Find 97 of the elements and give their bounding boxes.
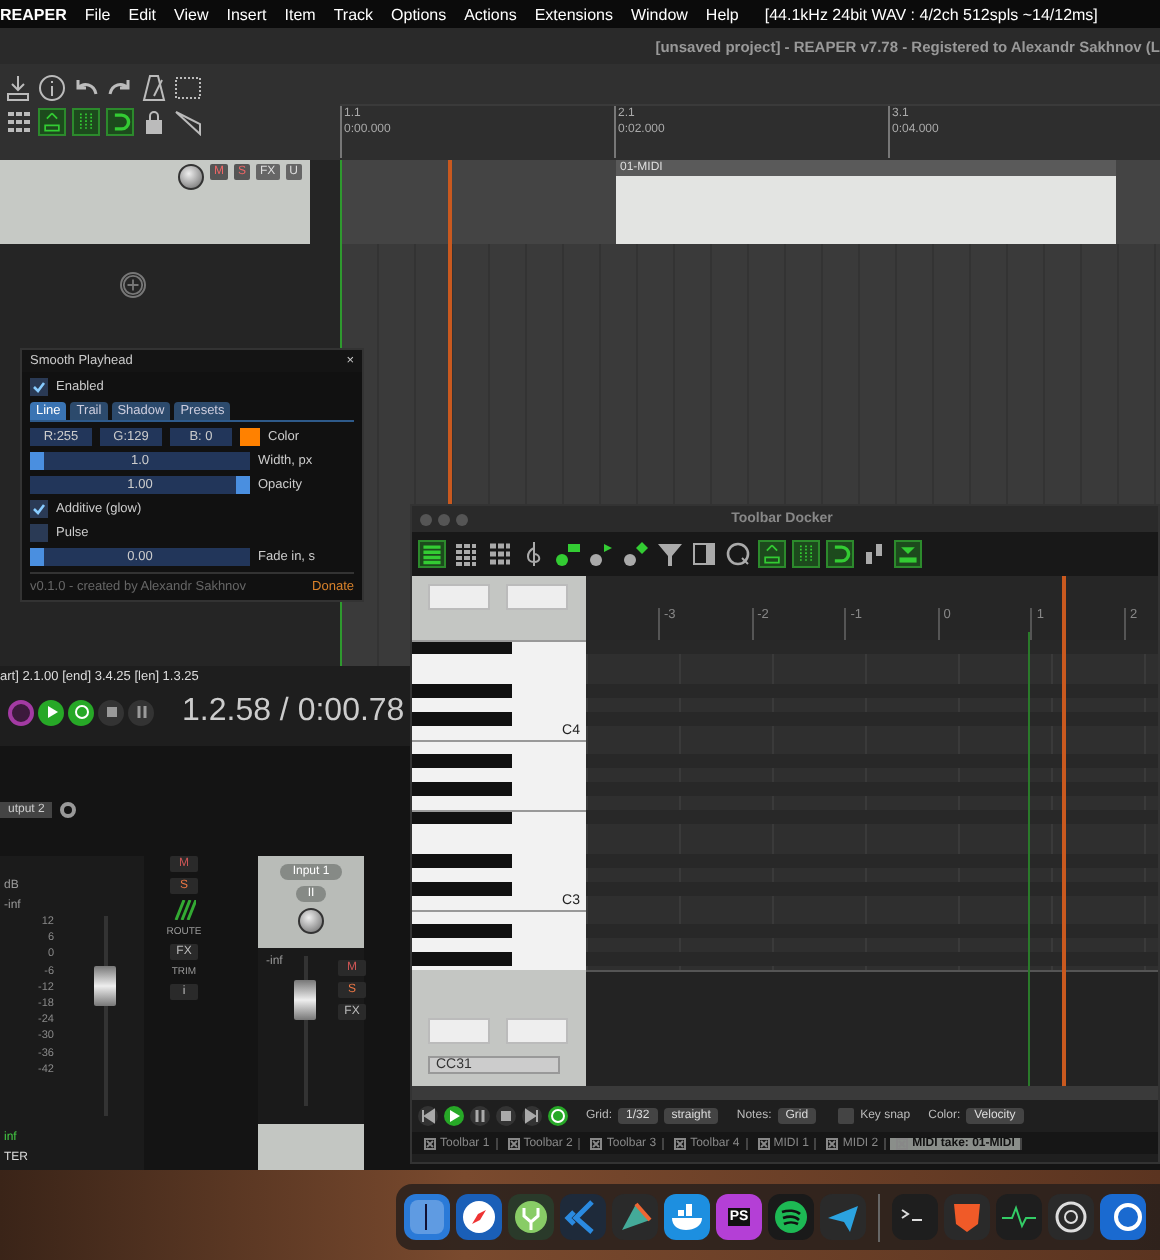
- dotted-grid-icon[interactable]: [792, 540, 820, 568]
- magnet-icon[interactable]: [106, 108, 134, 136]
- volume-knob[interactable]: [177, 164, 204, 190]
- app-icon[interactable]: [996, 1194, 1042, 1240]
- metronome-icon[interactable]: [140, 74, 168, 102]
- sharp-key[interactable]: [412, 711, 512, 726]
- menu-item[interactable]: Track: [333, 5, 374, 23]
- close-icon[interactable]: [757, 1137, 770, 1149]
- repeat-icon: [73, 704, 89, 720]
- menu-item[interactable]: View: [174, 5, 209, 23]
- menu-item[interactable]: Window: [630, 5, 688, 23]
- menu-item[interactable]: Help: [705, 5, 739, 23]
- download-icon[interactable]: [4, 74, 32, 102]
- checkbox[interactable]: [30, 378, 48, 396]
- close-icon[interactable]: [674, 1137, 687, 1149]
- sharp-key[interactable]: [412, 853, 512, 868]
- end-icon: [524, 1108, 540, 1124]
- slider-thumb[interactable]: [30, 548, 44, 566]
- play-button[interactable]: [444, 1106, 464, 1126]
- volume-fader[interactable]: [294, 980, 316, 1020]
- audio-status: [44.1kHz 24bit WAV : 4/2ch 512spls ~14/12ms]: [764, 5, 1098, 23]
- dotted-square-icon[interactable]: [174, 74, 202, 102]
- stop-icon: [103, 704, 119, 720]
- stop-button[interactable]: [496, 1106, 516, 1126]
- lock-icon[interactable]: [140, 108, 168, 136]
- stop-button[interactable]: [98, 699, 124, 725]
- magnet-icon[interactable]: [826, 540, 854, 568]
- menu-item[interactable]: Insert: [226, 5, 267, 23]
- repeat-button[interactable]: [68, 699, 94, 725]
- repeat-icon: [550, 1108, 566, 1124]
- menu-item[interactable]: Extensions: [534, 5, 613, 23]
- app-icon[interactable]: [508, 1194, 554, 1240]
- note-insert-icon[interactable]: [554, 540, 582, 568]
- midi-item[interactable]: [616, 160, 1116, 244]
- menu-item[interactable]: Edit: [128, 5, 157, 23]
- panel-icon[interactable]: [690, 540, 718, 568]
- stop-icon: [498, 1108, 514, 1124]
- named-notes-icon[interactable]: [452, 540, 480, 568]
- play-button[interactable]: [38, 699, 64, 725]
- position-readout: 1.2.58 / 0:00.78: [182, 694, 405, 730]
- pause-icon: [472, 1108, 488, 1124]
- horizontal-scrollbar[interactable]: [412, 1086, 1158, 1100]
- close-icon[interactable]: [826, 1137, 839, 1149]
- slider-thumb[interactable]: [30, 452, 44, 470]
- sharp-key[interactable]: [412, 782, 512, 797]
- start-icon: [420, 1108, 436, 1124]
- close-icon[interactable]: [424, 1137, 436, 1149]
- slider-thumb[interactable]: [236, 476, 250, 494]
- note-play-icon[interactable]: [588, 540, 616, 568]
- repeat-button[interactable]: [548, 1106, 568, 1126]
- checkbox[interactable]: [30, 524, 48, 542]
- menu-item[interactable]: Item: [284, 5, 316, 23]
- sharp-key[interactable]: [412, 881, 512, 896]
- quantize-icon[interactable]: [724, 540, 752, 568]
- color-swatch[interactable]: [240, 428, 260, 446]
- dock-down-icon[interactable]: [894, 540, 922, 568]
- pan-knob[interactable]: [60, 802, 77, 818]
- footprints-icon[interactable]: [860, 540, 888, 568]
- piano-roll-icon[interactable]: [418, 540, 446, 568]
- close-icon[interactable]: [507, 1137, 520, 1149]
- app-icon[interactable]: [1100, 1194, 1146, 1240]
- note-diamond-icon[interactable]: [622, 540, 650, 568]
- app-menu[interactable]: REAPER: [0, 5, 67, 23]
- sharp-key[interactable]: [412, 754, 512, 769]
- info-icon[interactable]: [38, 74, 66, 102]
- drum-grid-icon[interactable]: [486, 540, 514, 568]
- checkbox[interactable]: [30, 500, 48, 518]
- strip-footer: [258, 1124, 364, 1172]
- sharp-key[interactable]: [412, 683, 512, 698]
- stripes-icon[interactable]: [172, 900, 196, 920]
- app-icon[interactable]: [768, 1194, 814, 1240]
- menu-item[interactable]: File: [84, 5, 111, 23]
- pan-knob[interactable]: [298, 908, 324, 934]
- dotted-grid-icon[interactable]: [72, 108, 100, 136]
- app-icon[interactable]: [1048, 1194, 1094, 1240]
- filter-icon[interactable]: [656, 540, 684, 568]
- volume-fader[interactable]: [94, 966, 116, 1006]
- end-button[interactable]: [522, 1106, 542, 1126]
- close-icon[interactable]: [590, 1137, 603, 1149]
- ruler-icon[interactable]: [174, 108, 202, 136]
- pause-button[interactable]: [470, 1106, 490, 1126]
- pause-button[interactable]: [128, 699, 154, 725]
- sharp-key[interactable]: [412, 952, 512, 967]
- start-button[interactable]: [418, 1106, 438, 1126]
- grid-icon[interactable]: [4, 108, 32, 136]
- add-icon[interactable]: [120, 272, 146, 298]
- play-icon: [43, 704, 59, 720]
- checkbox[interactable]: [838, 1108, 855, 1124]
- menu-item[interactable]: Actions: [464, 5, 517, 23]
- app-icon[interactable]: [456, 1194, 502, 1240]
- app-icon[interactable]: [664, 1194, 710, 1240]
- play-icon: [446, 1108, 462, 1124]
- sharp-key[interactable]: [412, 924, 512, 939]
- pause-icon: [133, 704, 149, 720]
- menu-item[interactable]: Options: [391, 5, 447, 23]
- app-icon[interactable]: [404, 1194, 450, 1240]
- close-icon[interactable]: [896, 1137, 909, 1149]
